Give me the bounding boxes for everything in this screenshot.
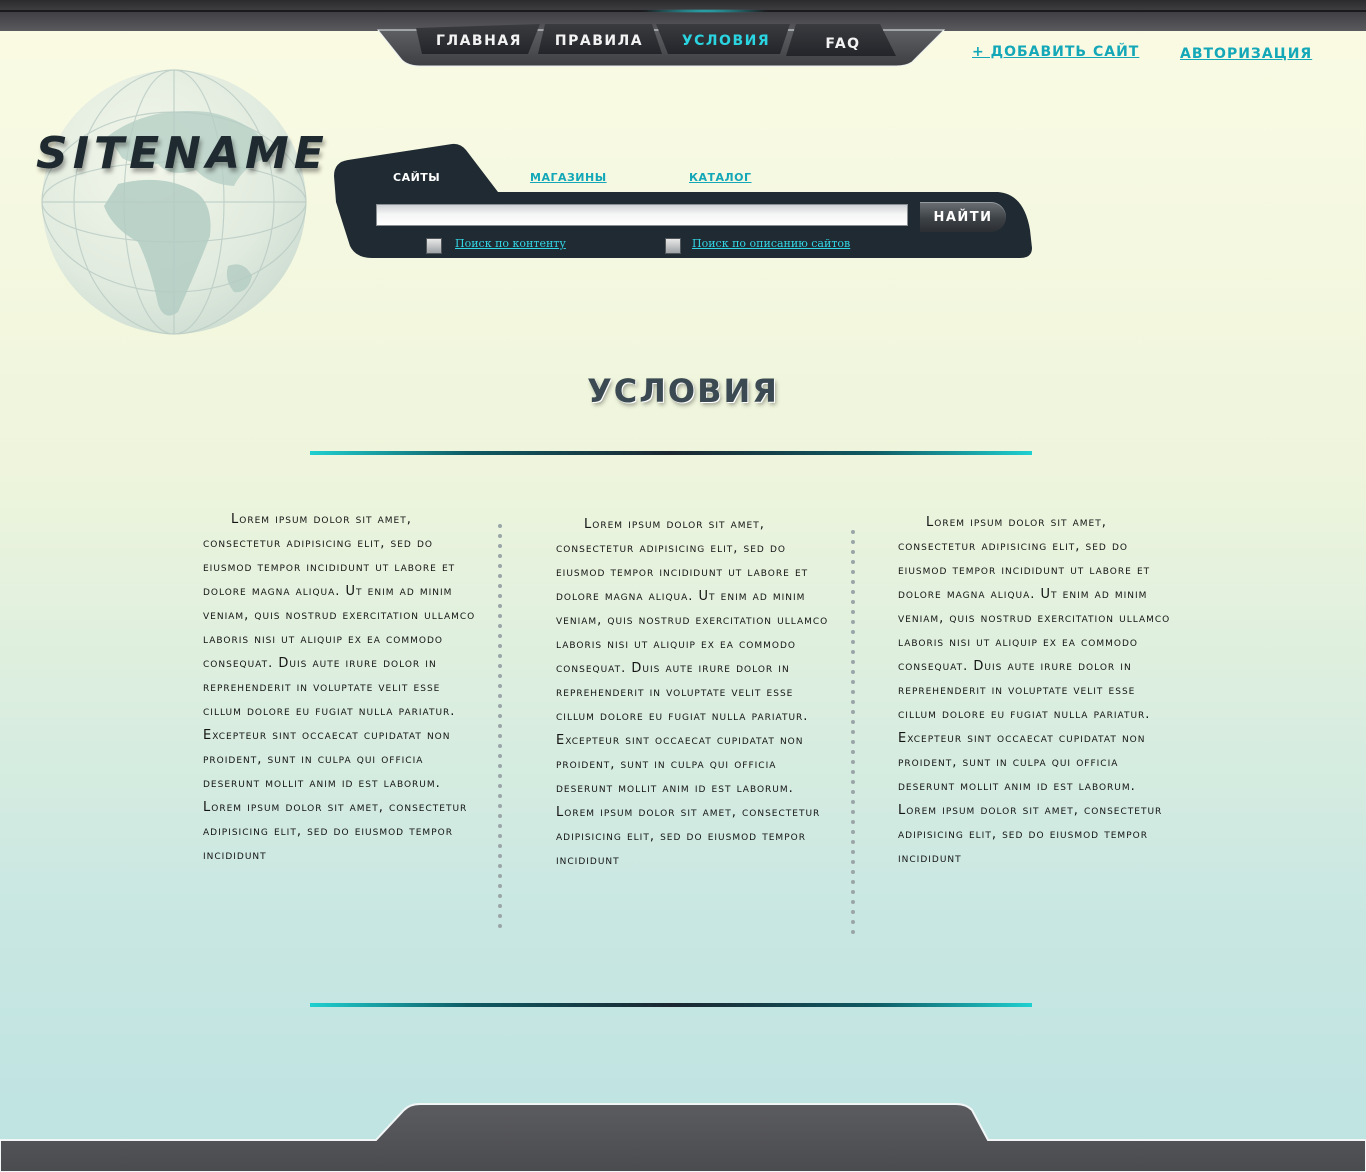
tab-faq[interactable]: FAQ	[798, 27, 888, 61]
column-separator-1	[498, 524, 502, 934]
site-logo[interactable]: SITENAME	[36, 128, 329, 179]
search-input[interactable]	[376, 204, 908, 226]
tab-main[interactable]: ГЛАВНАЯ	[420, 24, 538, 58]
description-search-label[interactable]: Поиск по описанию сайтов	[692, 237, 850, 250]
add-site-link[interactable]: + ДОБАВИТЬ САЙТ	[972, 44, 1139, 60]
search-tab-shops[interactable]: МАГАЗИНЫ	[530, 171, 607, 184]
globe-icon	[41, 69, 307, 335]
tab-rules[interactable]: ПРАВИЛА	[540, 24, 658, 58]
search-tab-catalog[interactable]: КАТАЛОГ	[689, 171, 752, 184]
column-2-text: Lorem ipsum dolor sit amet, consectetur …	[556, 517, 829, 868]
search-button[interactable]: НАЙТИ	[920, 202, 1006, 232]
column-separator-2	[851, 530, 855, 940]
content-search-label[interactable]: Поиск по контенту	[455, 237, 566, 250]
page-title: УСЛОВИЯ	[587, 372, 779, 410]
column-3-text: Lorem ipsum dolor sit amet, consectetur …	[898, 515, 1171, 866]
text-column-3: Lorem ipsum dolor sit amet, consectetur …	[898, 511, 1173, 871]
divider-top	[310, 451, 1032, 455]
search-tab-sites[interactable]: САЙТЫ	[393, 171, 440, 184]
description-search-checkbox[interactable]	[665, 238, 681, 254]
main-nav: ГЛАВНАЯ ПРАВИЛА УСЛОВИЯ FAQ	[0, 0, 1366, 70]
column-1-text: Lorem ipsum dolor sit amet, consectetur …	[203, 512, 476, 863]
login-link[interactable]: АВТОРИЗАЦИЯ	[1180, 46, 1312, 62]
text-column-2: Lorem ipsum dolor sit amet, consectetur …	[556, 513, 831, 873]
footer-bar	[0, 1103, 1366, 1172]
text-column-1: Lorem ipsum dolor sit amet, consectetur …	[203, 508, 478, 868]
tab-terms[interactable]: УСЛОВИЯ	[662, 24, 790, 58]
divider-bottom	[310, 1003, 1032, 1007]
content-search-checkbox[interactable]	[426, 238, 442, 254]
